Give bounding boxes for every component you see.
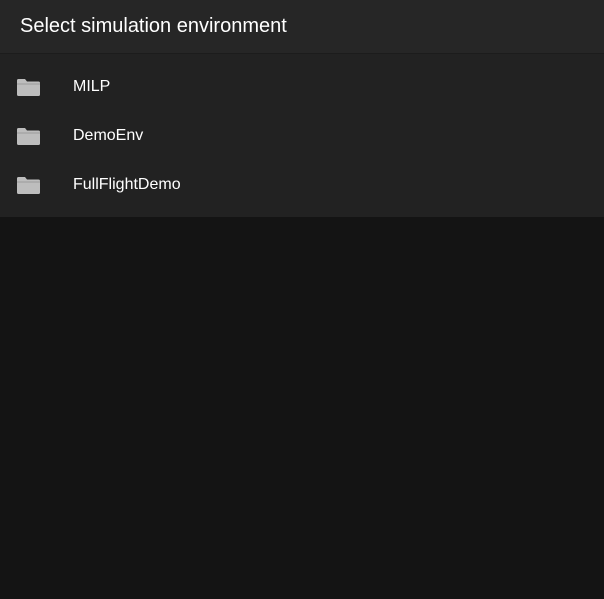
environment-selector-dialog: Select simulation environment MILP DemoE… (0, 0, 604, 217)
folder-icon (17, 177, 40, 194)
dialog-header: Select simulation environment (0, 0, 604, 54)
list-item-label: MILP (73, 78, 111, 95)
list-item-milp[interactable]: MILP (0, 62, 604, 111)
list-item-label: FullFlightDemo (73, 176, 181, 193)
dialog-title: Select simulation environment (20, 15, 287, 37)
list-item-demoenv[interactable]: DemoEnv (0, 111, 604, 160)
list-item-fullflightdemo[interactable]: FullFlightDemo (0, 160, 604, 209)
folder-icon (17, 128, 40, 145)
folder-icon (17, 79, 40, 96)
empty-background (0, 217, 604, 599)
environment-list: MILP DemoEnv FullFlightDemo (0, 54, 604, 209)
list-item-label: DemoEnv (73, 127, 144, 144)
